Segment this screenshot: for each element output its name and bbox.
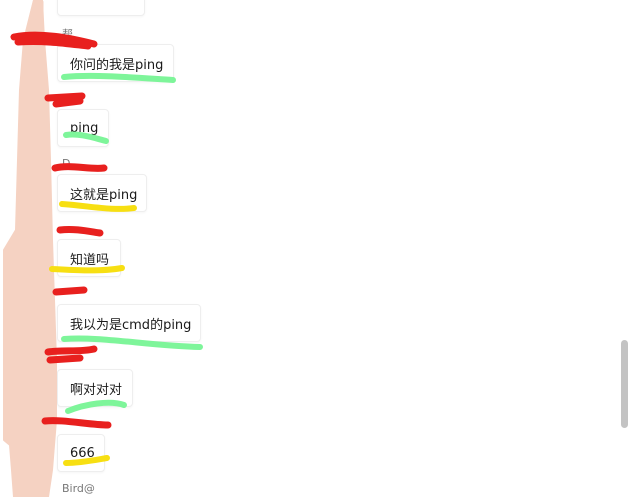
message-bubble[interactable]: 你问的我是ping: [57, 44, 174, 82]
message-bubble[interactable]: 我以为是cmd的ping: [57, 304, 201, 342]
message-bubble[interactable]: 这就是ping: [57, 174, 147, 212]
message-text: 666: [70, 445, 95, 461]
message-text: 我以为是cmd的ping: [70, 317, 192, 333]
message-bubble[interactable]: 666: [57, 434, 105, 472]
scrollbar-thumb[interactable]: [621, 340, 628, 428]
message-text: 这就是ping: [70, 187, 138, 203]
message-text: 你问的我是ping: [70, 57, 164, 73]
sender-name: D…: [62, 157, 82, 170]
message-text: ping: [70, 120, 99, 136]
message-text: 知道吗: [70, 252, 110, 268]
sender-name: Bird@: [62, 482, 95, 495]
sender-name: 帮: [62, 28, 73, 41]
message-bubble[interactable]: 知道吗: [57, 239, 121, 277]
message-bubble[interactable]: 啊对对对: [57, 369, 133, 407]
message-bubble[interactable]: [57, 0, 145, 16]
chat-message-list: 你问的我是ping ping D… 这就是ping 知道吗 我以为是cmd的pi…: [0, 0, 632, 497]
message-text: 啊对对对: [70, 382, 123, 398]
message-bubble[interactable]: ping: [57, 109, 109, 147]
